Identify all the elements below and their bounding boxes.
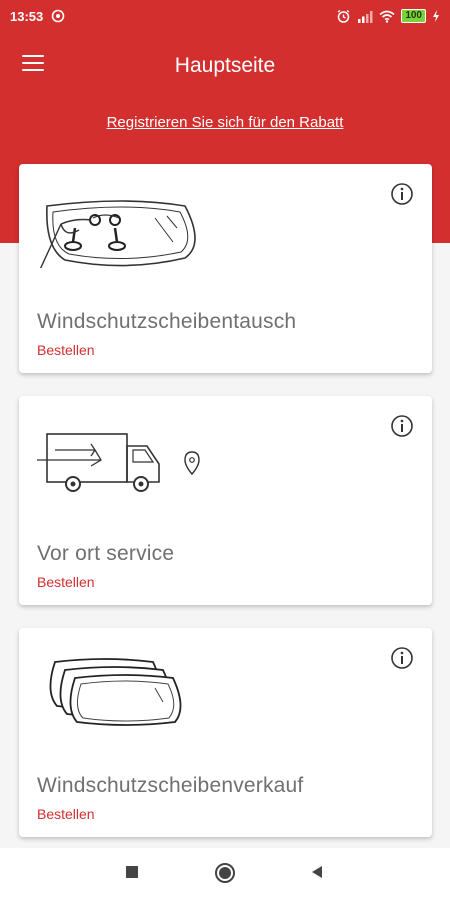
card-title: Vor ort service (37, 542, 175, 565)
register-discount-link[interactable]: Registrieren Sie sich für den Rabatt (0, 114, 450, 131)
charging-icon (433, 10, 439, 22)
notification-icon (51, 9, 65, 23)
home-icon[interactable] (214, 862, 236, 884)
order-link[interactable]: Bestellen (37, 342, 95, 358)
card-windshield-replacement[interactable]: Windschutzscheibentausch Bestellen (19, 164, 432, 373)
order-link[interactable]: Bestellen (37, 806, 95, 822)
windshield-replacement-icon (35, 188, 205, 277)
windshield-stack-icon (35, 652, 205, 747)
recent-apps-icon[interactable] (124, 864, 140, 880)
card-title: Windschutzscheibentausch (37, 310, 297, 333)
status-time: 13:53 (10, 8, 44, 24)
battery-indicator: 100 (401, 9, 426, 23)
alarm-icon (337, 9, 350, 23)
back-icon[interactable] (309, 864, 325, 880)
status-bar: 13:53 100 (0, 0, 450, 32)
delivery-truck-icon (35, 420, 205, 505)
wifi-icon (379, 10, 395, 23)
info-icon[interactable] (390, 182, 414, 206)
info-icon[interactable] (390, 414, 414, 438)
card-onsite-service[interactable]: Vor ort service Bestellen (19, 396, 432, 605)
signal-icon (358, 10, 373, 23)
card-title: Windschutzscheibenverkauf (37, 774, 304, 797)
card-windshield-sale[interactable]: Windschutzscheibenverkauf Bestellen (19, 628, 432, 837)
page-title: Hauptseite (174, 54, 276, 77)
system-navigation-bar (0, 848, 450, 900)
app-bar: Hauptseite (0, 40, 450, 96)
order-link[interactable]: Bestellen (37, 574, 95, 590)
info-icon[interactable] (390, 646, 414, 670)
